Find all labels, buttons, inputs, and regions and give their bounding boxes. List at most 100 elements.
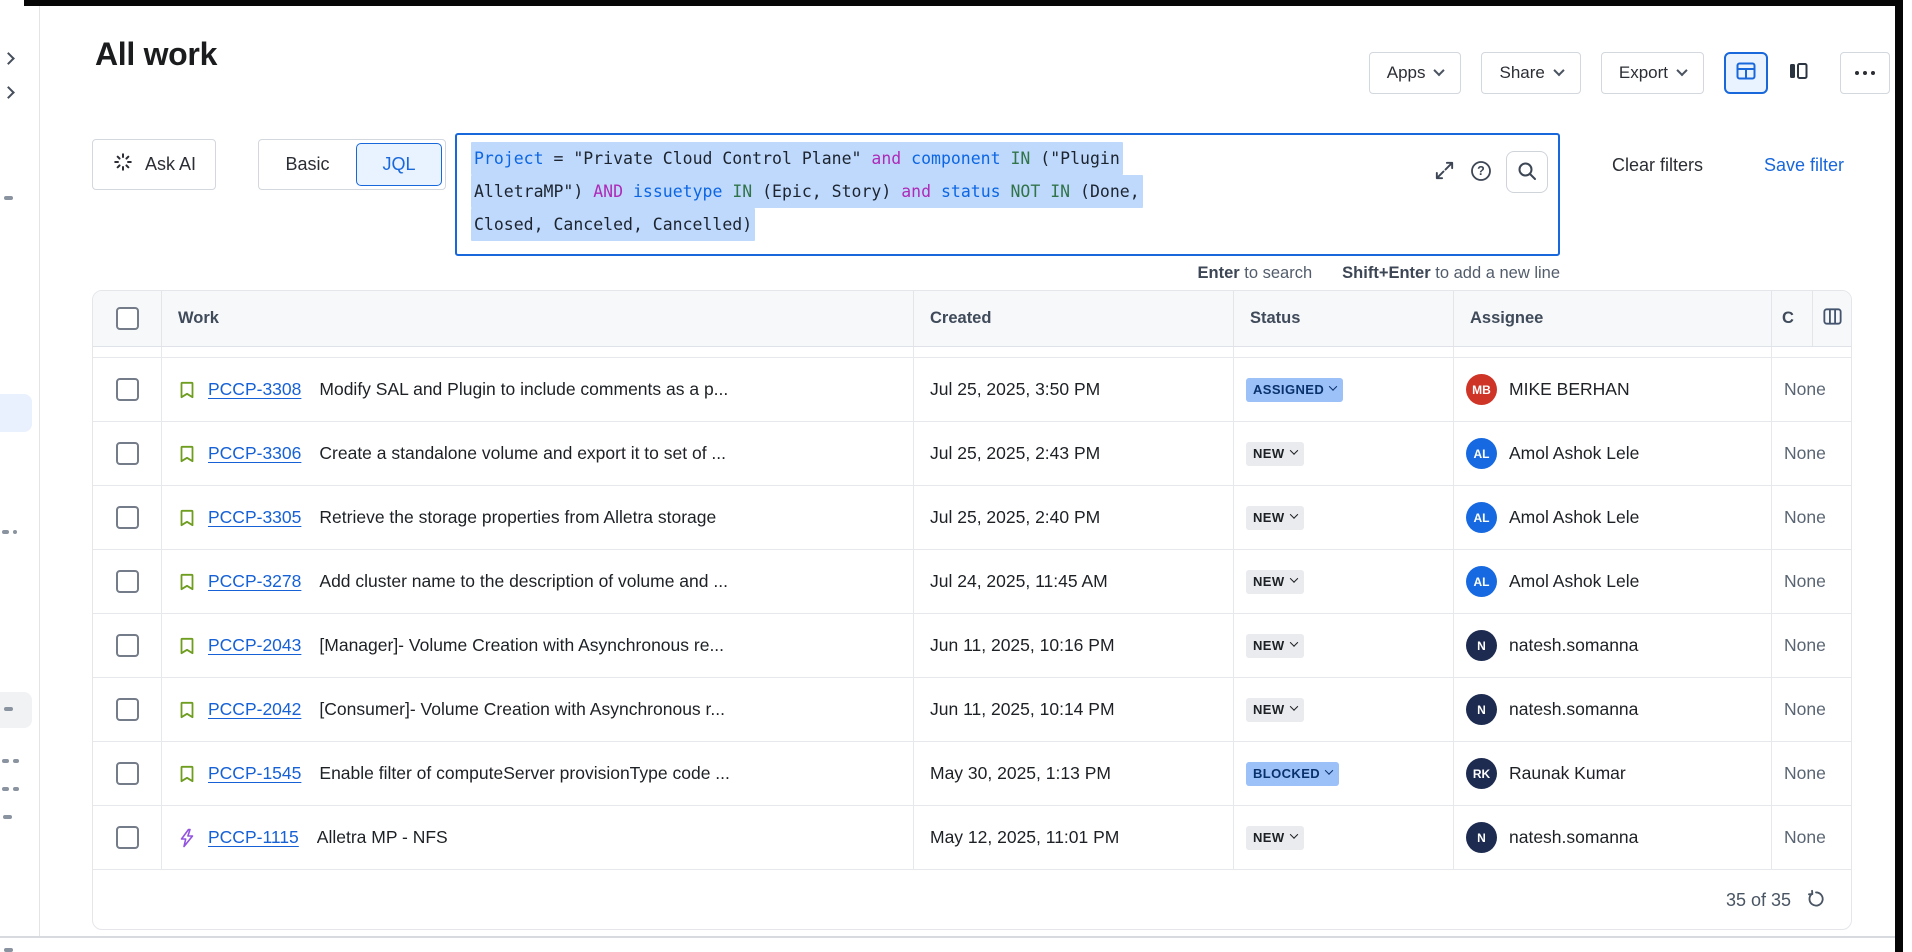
created-cell: Jul 25, 2025, 3:50 PM xyxy=(913,358,1233,421)
assignee-cell: ALAmol Ashok Lele xyxy=(1453,486,1771,549)
avatar: AL xyxy=(1466,566,1497,597)
column-header-category[interactable]: C xyxy=(1771,291,1812,346)
issue-key-link[interactable]: PCCP-3306 xyxy=(208,443,301,464)
table-row: PCCP-3305Retrieve the storage properties… xyxy=(93,486,1851,550)
issue-key-link[interactable]: PCCP-1545 xyxy=(208,763,301,784)
row-checkbox[interactable] xyxy=(116,762,139,785)
issue-summary: Modify SAL and Plugin to include comment… xyxy=(319,379,728,400)
split-panel-icon xyxy=(1786,59,1810,88)
row-checkbox[interactable] xyxy=(116,506,139,529)
row-checkbox[interactable] xyxy=(116,826,139,849)
hint-shift-enter-key: Shift+Enter xyxy=(1342,264,1430,282)
status-label: NEW xyxy=(1253,830,1285,845)
ask-ai-button[interactable]: Ask AI xyxy=(92,139,216,190)
avatar: MB xyxy=(1466,374,1497,405)
row-checkbox[interactable] xyxy=(116,378,139,401)
jql-token-plain xyxy=(623,182,633,201)
chevron-down-icon xyxy=(1553,64,1564,75)
jql-mode-button[interactable]: JQL xyxy=(356,143,442,186)
status-badge[interactable]: NEW xyxy=(1246,698,1304,722)
created-cell: Jul 25, 2025, 2:43 PM xyxy=(913,422,1233,485)
issue-key-link[interactable]: PCCP-2043 xyxy=(208,635,301,656)
row-checkbox[interactable] xyxy=(116,698,139,721)
issue-key-link[interactable]: PCCP-3308 xyxy=(208,379,301,400)
created-value: Jul 25, 2025, 2:43 PM xyxy=(930,443,1100,464)
basic-mode-button[interactable]: Basic xyxy=(259,154,356,175)
save-filter-button[interactable]: Save filter xyxy=(1752,143,1856,187)
jql-token-op: NOT IN xyxy=(1011,182,1071,201)
chevron-right-icon[interactable] xyxy=(2,52,15,65)
column-header-created[interactable]: Created xyxy=(913,291,1233,346)
row-count: 35 of 35 xyxy=(1726,890,1791,911)
expand-editor-button[interactable] xyxy=(1433,159,1456,185)
jql-line: Project = "Private Cloud Control Plane" … xyxy=(471,142,1398,175)
run-search-button[interactable] xyxy=(1506,151,1548,193)
assignee-name: natesh.somanna xyxy=(1509,635,1638,656)
list-view-toggle[interactable] xyxy=(1724,52,1768,94)
issue-key-link[interactable]: PCCP-3278 xyxy=(208,571,301,592)
avatar: AL xyxy=(1466,438,1497,469)
jql-token-plain xyxy=(722,182,732,201)
column-header-assignee[interactable]: Assignee xyxy=(1453,291,1771,346)
story-icon xyxy=(177,636,197,656)
window-frame-top xyxy=(24,0,1902,6)
export-button[interactable]: Export xyxy=(1601,52,1704,94)
jql-selected-text: Project = "Private Cloud Control Plane" … xyxy=(471,142,1123,175)
status-badge[interactable]: NEW xyxy=(1246,442,1304,466)
jql-editor[interactable]: Project = "Private Cloud Control Plane" … xyxy=(455,133,1560,256)
category-value: None xyxy=(1784,507,1826,528)
clear-filters-button[interactable]: Clear filters xyxy=(1600,143,1715,187)
row-checkbox-cell xyxy=(93,614,161,677)
sidebar-fragment xyxy=(13,787,19,791)
apps-button[interactable]: Apps xyxy=(1369,52,1462,94)
row-checkbox[interactable] xyxy=(116,570,139,593)
jql-selected-text: Closed, Canceled, Cancelled) xyxy=(471,208,755,241)
story-icon xyxy=(177,700,197,720)
sidebar-fragment xyxy=(2,530,9,534)
jql-token-logic: and xyxy=(871,149,901,168)
row-checkbox-cell xyxy=(93,806,161,869)
status-label: ASSIGNED xyxy=(1253,382,1324,397)
select-all-checkbox[interactable] xyxy=(116,307,139,330)
column-settings-button[interactable] xyxy=(1812,291,1851,346)
category-cell: None xyxy=(1771,614,1851,677)
row-checkbox[interactable] xyxy=(116,634,139,657)
issue-key-link[interactable]: PCCP-2042 xyxy=(208,699,301,720)
category-value: None xyxy=(1784,763,1826,784)
sidebar-fragment xyxy=(2,787,9,791)
category-value: None xyxy=(1784,443,1826,464)
row-checkbox[interactable] xyxy=(116,442,139,465)
status-badge[interactable]: NEW xyxy=(1246,634,1304,658)
issue-key-link[interactable]: PCCP-1115 xyxy=(208,827,299,848)
chevron-down-icon xyxy=(1329,382,1337,390)
share-button[interactable]: Share xyxy=(1481,52,1580,94)
more-actions-button[interactable] xyxy=(1840,52,1890,94)
status-badge[interactable]: NEW xyxy=(1246,570,1304,594)
sidebar-fragment xyxy=(13,530,17,534)
created-cell: Jul 24, 2025, 11:45 AM xyxy=(913,550,1233,613)
category-value: None xyxy=(1784,379,1826,400)
category-value: None xyxy=(1784,699,1826,720)
sidebar-selected-item[interactable] xyxy=(0,394,32,432)
category-cell: None xyxy=(1771,486,1851,549)
detail-view-toggle[interactable] xyxy=(1776,52,1820,94)
jql-editor-content[interactable]: Project = "Private Cloud Control Plane" … xyxy=(471,142,1398,241)
refresh-button[interactable] xyxy=(1805,888,1827,913)
chevron-down-icon xyxy=(1434,64,1445,75)
jql-token-plain: AlletraMP") xyxy=(474,182,593,201)
issue-key-link[interactable]: PCCP-3305 xyxy=(208,507,301,528)
status-badge[interactable]: NEW xyxy=(1246,826,1304,850)
syntax-help-button[interactable]: ? xyxy=(1469,159,1493,186)
column-header-work[interactable]: Work xyxy=(161,291,913,346)
created-value: Jul 25, 2025, 2:40 PM xyxy=(930,507,1100,528)
row-checkbox-cell xyxy=(93,486,161,549)
chevron-down-icon xyxy=(1289,638,1297,646)
status-badge[interactable]: NEW xyxy=(1246,506,1304,530)
column-header-status[interactable]: Status xyxy=(1233,291,1453,346)
assignee-name: Amol Ashok Lele xyxy=(1509,571,1639,592)
table-row: PCCP-1115Alletra MP - NFSMay 12, 2025, 1… xyxy=(93,806,1851,870)
editor-hint: Enter to searchShift+Enter to add a new … xyxy=(455,264,1560,283)
status-badge[interactable]: BLOCKED xyxy=(1246,762,1339,786)
status-badge[interactable]: ASSIGNED xyxy=(1246,378,1343,402)
chevron-right-icon[interactable] xyxy=(2,86,15,99)
